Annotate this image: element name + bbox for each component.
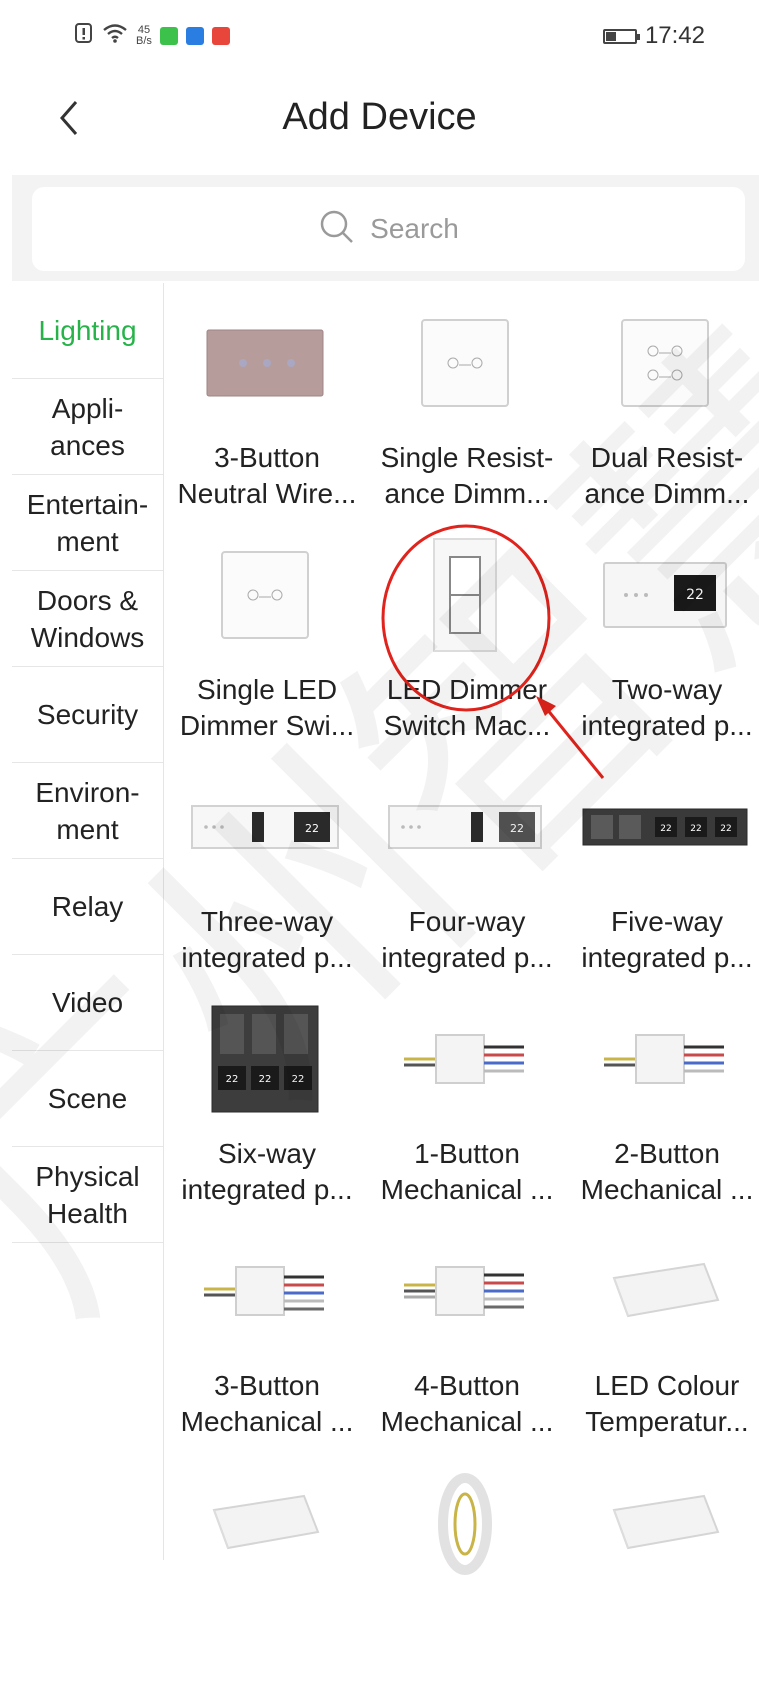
device-label: Six-way integrated p... [181,1138,353,1205]
wifi-icon [102,22,128,49]
device-label: LED Dimmer Switch Mac... [383,674,551,741]
search-placeholder: Search [370,213,459,244]
device-tile[interactable]: 4-Button Mechanical ... [365,1218,565,1450]
device-tile[interactable]: 22 Two-way integrated p... [565,522,759,754]
category-item-video[interactable]: Video [12,955,163,1051]
svg-text:22: 22 [226,1074,239,1085]
sim-alert-icon [74,22,94,49]
device-tile[interactable]: 1-Button Mechanical ... [365,986,565,1218]
device-tile[interactable]: 22 Four-way integrated p... [365,754,565,986]
svg-text:22: 22 [259,1074,272,1085]
3-button-panel-icon [165,290,365,435]
device-tile[interactable]: 2-Button Mechanical ... [565,986,759,1218]
device-label: Two-way integrated p... [581,674,753,741]
category-item-doors-windows[interactable]: Doors & Windows [12,571,163,667]
led-driver-icon [565,1450,759,1595]
device-tile[interactable]: LED Dimmer Switch Mac... [365,522,565,754]
device-label: Single Resist- ance Dimm... [380,442,554,509]
device-tile[interactable]: Single LED Dimmer Swi... [165,522,365,754]
search-input[interactable]: Search [32,187,745,271]
wired-module-icon [365,986,565,1131]
device-tile[interactable] [565,1450,759,1682]
device-label: Four-way integrated p... [381,906,553,973]
svg-text:22: 22 [305,822,319,835]
device-label: 4-Button Mechanical ... [380,1370,554,1437]
page-title: Add Device [282,96,477,138]
six-way-panel-icon: 22 22 22 [165,986,365,1131]
device-tile[interactable]: Single Resist- ance Dimm... [365,290,565,522]
led-driver-icon [165,1450,365,1595]
category-item-security[interactable]: Security [12,667,163,763]
svg-text:22: 22 [292,1074,305,1085]
device-label: 3-Button Neutral Wire... [177,442,357,509]
device-tile[interactable]: 3-Button Mechanical ... [165,1218,365,1450]
single-dimmer-panel-icon [365,290,565,435]
device-label: Dual Resist- ance Dimm... [584,442,750,509]
two-way-panel-icon: 22 [565,522,759,667]
rocker-switch-icon [365,522,565,667]
category-item-physical-health[interactable]: Physical Health [12,1147,163,1243]
three-way-panel-icon: 22 [165,754,365,899]
category-item-relay[interactable]: Relay [12,859,163,955]
clock: 17:42 [644,22,705,49]
device-tile[interactable]: 22 22 22 Five-way integrated p... [565,754,759,986]
category-item-environment[interactable]: Environ- ment [12,763,163,859]
led-driver-icon [565,1218,759,1363]
network-speed: 45 B/s [136,23,152,47]
wired-module-icon [365,1218,565,1363]
device-tile[interactable]: 22 22 22 Six-way integrated p... [165,986,365,1218]
five-way-panel-icon: 22 22 22 [565,754,759,899]
category-item-entertainment[interactable]: Entertain- ment [12,475,163,571]
svg-text:22: 22 [720,824,731,834]
device-tile[interactable]: 3-Button Neutral Wire... [165,290,365,522]
device-tile[interactable]: LED Colour Temperatur... [565,1218,759,1450]
header: Add Device [0,76,759,172]
device-tile[interactable]: 22 Three-way integrated p... [165,754,365,986]
device-label: Five-way integrated p... [581,906,753,973]
svg-text:22: 22 [510,822,524,835]
app-notification-icon [185,26,204,45]
battery-icon [602,28,640,44]
category-item-scene[interactable]: Scene [12,1051,163,1147]
category-item-lighting[interactable]: Lighting [12,283,163,379]
device-label: 2-Button Mechanical ... [580,1138,754,1205]
app-notification-icon [159,26,178,45]
device-label: Three-way integrated p... [181,906,353,973]
svg-text:22: 22 [686,587,704,603]
device-label: LED Colour Temperatur... [585,1370,749,1437]
four-way-panel-icon: 22 [365,754,565,899]
status-bar: 45 B/s 17:42 [0,0,759,76]
device-label: 1-Button Mechanical ... [380,1138,554,1205]
dual-dimmer-panel-icon [565,290,759,435]
device-label: 3-Button Mechanical ... [180,1370,354,1437]
device-tile[interactable]: Dual Resist- ance Dimm... [565,290,759,522]
category-sidebar: Lighting Appli- ances Entertain- ment Do… [0,283,164,1560]
svg-text:22: 22 [660,824,671,834]
app-notification-icon [211,26,230,45]
led-dimmer-panel-icon [165,522,365,667]
wired-module-icon [565,986,759,1131]
wired-module-icon [165,1218,365,1363]
device-tile[interactable] [165,1450,365,1682]
device-tile[interactable] [365,1450,565,1682]
device-label: Single LED Dimmer Swi... [179,674,355,741]
svg-text:22: 22 [690,824,701,834]
led-strip-icon [365,1450,565,1595]
category-item-appliances[interactable]: Appli- ances [12,379,163,475]
search-area: Search [12,175,759,281]
search-icon [318,208,356,251]
